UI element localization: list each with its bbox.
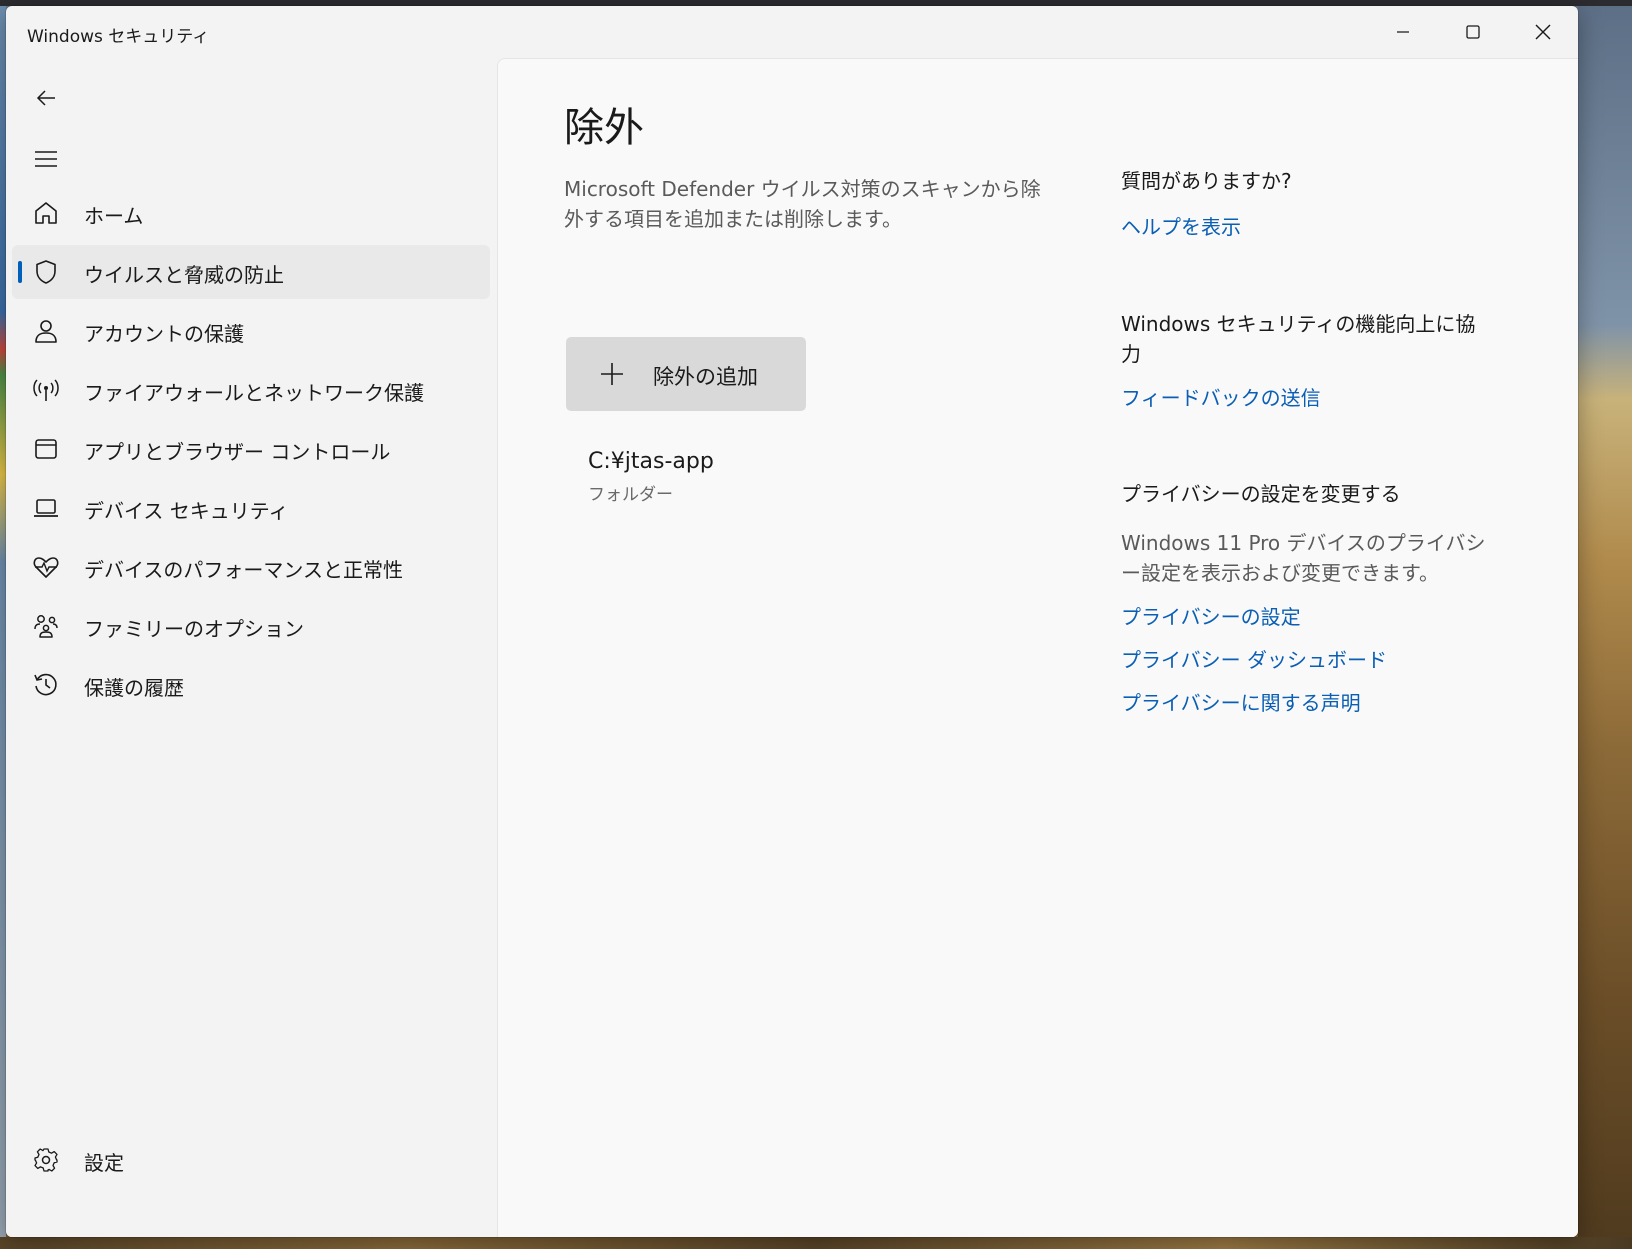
exclusion-type: フォルダー — [588, 485, 673, 505]
maximize-icon — [1466, 25, 1480, 39]
maximize-button[interactable] — [1438, 6, 1508, 58]
exclusion-list-item[interactable]: C:¥jtas-app フォルダー — [588, 449, 714, 505]
close-icon — [1535, 24, 1551, 40]
minimize-button[interactable] — [1368, 6, 1438, 58]
sidebar-item-label: アプリとブラウザー コントロール — [84, 440, 391, 464]
add-exclusion-label: 除外の追加 — [653, 365, 758, 389]
sidebar: ホーム ウイルスと脅威の防止 アカウントの保護 ファイアウォールとネットワーク保… — [6, 58, 497, 1237]
privacy-dashboard-link[interactable]: プライバシー ダッシュボード — [1121, 644, 1387, 673]
main-content: 除外 Microsoft Defender ウイルス対策のスキャンから除外する項… — [497, 58, 1578, 1237]
heart-pulse-icon — [32, 553, 60, 581]
exclusion-path: C:¥jtas-app — [588, 449, 714, 474]
sidebar-item-label: 保護の履歴 — [84, 676, 184, 700]
sidebar-item-firewall[interactable]: ファイアウォールとネットワーク保護 — [12, 363, 490, 417]
broadcast-icon — [32, 376, 60, 404]
sidebar-item-label: ファミリーのオプション — [84, 617, 304, 641]
sidebar-item-label: ファイアウォールとネットワーク保護 — [84, 381, 424, 405]
sidebar-item-family-options[interactable]: ファミリーのオプション — [12, 599, 490, 653]
sidebar-item-account-protection[interactable]: アカウントの保護 — [12, 304, 490, 358]
sidebar-item-home[interactable]: ホーム — [12, 186, 490, 240]
sidebar-item-label: デバイスのパフォーマンスと正常性 — [84, 558, 403, 582]
shield-icon — [32, 258, 60, 286]
desktop-bottom-edge — [0, 1237, 1632, 1249]
app-title: Windows セキュリティ — [27, 27, 210, 47]
history-icon — [32, 671, 60, 699]
windows-security-window: Windows セキュリティ ホーム ウイルスと脅威の防止 アカウントの保護 フ… — [6, 6, 1578, 1237]
plus-icon — [599, 361, 625, 391]
sidebar-item-app-browser-control[interactable]: アプリとブラウザー コントロール — [12, 422, 490, 476]
help-heading: 質問がありますか? — [1121, 169, 1292, 193]
hamburger-icon — [35, 151, 57, 167]
laptop-icon — [32, 494, 60, 522]
minimize-icon — [1397, 31, 1409, 33]
person-icon — [32, 317, 60, 345]
privacy-statement-link[interactable]: プライバシーに関する声明 — [1121, 687, 1361, 716]
sidebar-item-label: ウイルスと脅威の防止 — [84, 263, 284, 287]
menu-button[interactable] — [22, 135, 70, 183]
sidebar-item-label: ホーム — [84, 204, 144, 228]
sidebar-item-virus-protection[interactable]: ウイルスと脅威の防止 — [12, 245, 490, 299]
page-title: 除外 — [564, 105, 644, 151]
app-window-icon — [32, 435, 60, 463]
sidebar-item-device-security[interactable]: デバイス セキュリティ — [12, 481, 490, 535]
sidebar-item-label: 設定 — [84, 1151, 124, 1175]
sidebar-item-label: デバイス セキュリティ — [84, 499, 289, 523]
privacy-description: Windows 11 Pro デバイスのプライバシー設定を表示および変更できます… — [1121, 531, 1486, 585]
help-link[interactable]: ヘルプを表示 — [1121, 211, 1241, 240]
gear-icon — [32, 1146, 60, 1174]
sidebar-item-device-health[interactable]: デバイスのパフォーマンスと正常性 — [12, 540, 490, 594]
back-button[interactable] — [22, 74, 70, 122]
sidebar-item-protection-history[interactable]: 保護の履歴 — [12, 658, 490, 712]
desktop-wallpaper — [1578, 0, 1632, 1249]
close-button[interactable] — [1508, 6, 1578, 58]
sidebar-item-label: アカウントの保護 — [84, 322, 244, 346]
back-arrow-icon — [36, 90, 55, 106]
title-bar[interactable]: Windows セキュリティ — [6, 6, 1578, 58]
feedback-heading: Windows セキュリティの機能向上に協力 — [1121, 312, 1476, 366]
feedback-link[interactable]: フィードバックの送信 — [1121, 382, 1321, 411]
privacy-settings-link[interactable]: プライバシーの設定 — [1121, 601, 1301, 630]
page-description: Microsoft Defender ウイルス対策のスキャンから除外する項目を追… — [564, 177, 1041, 231]
window-controls — [1368, 6, 1578, 58]
home-icon — [32, 199, 60, 227]
add-exclusion-button[interactable]: 除外の追加 — [566, 337, 806, 411]
privacy-heading: プライバシーの設定を変更する — [1121, 482, 1401, 506]
family-icon — [32, 612, 60, 640]
selection-indicator — [18, 261, 22, 283]
sidebar-item-settings[interactable]: 設定 — [12, 1133, 490, 1187]
